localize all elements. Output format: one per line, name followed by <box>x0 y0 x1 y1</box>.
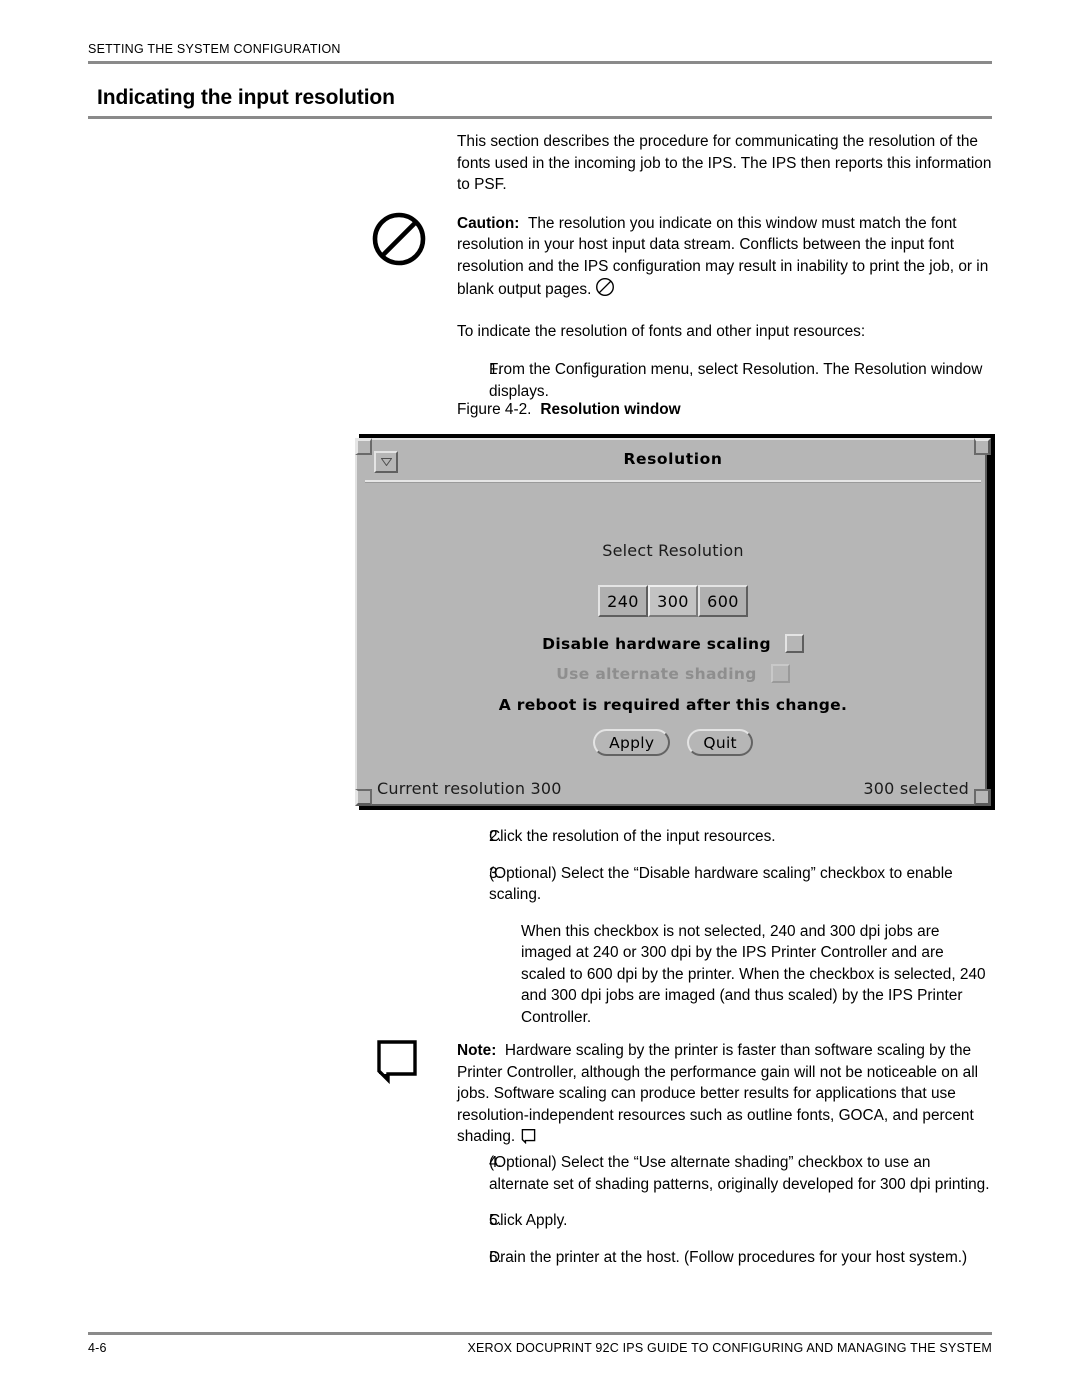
dialog-statusbar: Current resolution 300 300 selected <box>363 770 983 804</box>
step-item-4: 4. (Optional) Select the “Use alternate … <box>457 1152 992 1195</box>
current-resolution-status: Current resolution 300 <box>377 779 562 798</box>
caution-paragraph: Caution: The resolution you indicate on … <box>457 213 992 304</box>
quit-button[interactable]: Quit <box>687 729 753 756</box>
disable-hardware-scaling-label: Disable hardware scaling <box>542 634 771 653</box>
step-item-6: 6. Drain the printer at the host. (Follo… <box>457 1247 992 1269</box>
step-number: 6. <box>489 1248 502 1266</box>
footer-page-number: 4-6 <box>88 1341 107 1355</box>
step-text: Drain the printer at the host. (Follow p… <box>489 1248 968 1266</box>
step3-detail-paragraph: When this checkbox is not selected, 240 … <box>521 922 986 1026</box>
step-item-1: 1. From the Configuration menu, select R… <box>457 359 992 402</box>
page-title: Indicating the input resolution <box>97 86 395 109</box>
caution-text: The resolution you indicate on this wind… <box>457 214 989 299</box>
selected-resolution-status: 300 selected <box>863 779 969 798</box>
disable-hardware-scaling-checkbox[interactable] <box>784 634 804 653</box>
step-text: (Optional) Select the “Disable hardware … <box>489 864 953 904</box>
note-label: Note: <box>457 1042 497 1059</box>
dialog-titlebar: Resolution <box>361 448 985 478</box>
caution-inline-prohibition-icon <box>595 277 615 304</box>
footer-rule <box>88 1332 992 1335</box>
step-item-3: 3. (Optional) Select the “Disable hardwa… <box>457 863 992 906</box>
use-alternate-shading-checkbox <box>770 664 790 683</box>
step-text: (Optional) Select the “Use alternate sha… <box>489 1154 990 1193</box>
title-rule <box>88 116 992 119</box>
step-item-5: 5. Click Apply. <box>457 1210 992 1232</box>
titlebar-separator-dark <box>365 482 981 483</box>
note-block: Note: Hardware scaling by the printer is… <box>457 1040 992 1168</box>
step-text: Click Apply. <box>489 1212 568 1229</box>
resolution-option-300[interactable]: 300 <box>648 585 698 617</box>
document-page: SETTING THE SYSTEM CONFIGURATION Indicat… <box>0 0 1080 1397</box>
reboot-required-message: A reboot is required after this change. <box>498 696 848 714</box>
dialog-title: Resolution <box>623 450 723 468</box>
body-column-lower: 2. Click the resolution of the input res… <box>457 826 992 1043</box>
figure-caption: Figure 4-2. Resolution window <box>457 400 681 420</box>
resize-handle-bottom-left[interactable] <box>355 789 372 806</box>
use-alternate-shading-label: Use alternate shading <box>556 664 757 683</box>
note-paragraph: Note: Hardware scaling by the printer is… <box>457 1040 992 1151</box>
resolution-window-figure: Select Resolution 240 300 600 Disable ha… <box>355 434 995 810</box>
dialog-client-area: Select Resolution 240 300 600 Disable ha… <box>363 484 983 796</box>
use-alternate-shading-row: Use alternate shading <box>363 664 983 683</box>
running-header-text: SETTING THE SYSTEM CONFIGURATION <box>88 42 341 56</box>
note-page-icon <box>369 1040 425 1084</box>
footer-book-title: XEROX DOCUPRINT 92C IPS GUIDE TO CONFIGU… <box>467 1341 992 1355</box>
intro-paragraph: This section describes the procedure for… <box>457 133 992 193</box>
figure-title: Resolution window <box>540 401 681 418</box>
disable-hardware-scaling-row[interactable]: Disable hardware scaling <box>363 634 983 653</box>
resize-handle-top-right[interactable] <box>974 438 991 455</box>
note-inline-page-icon <box>519 1129 538 1151</box>
step-number: 3. <box>489 864 502 882</box>
to-indicate-paragraph: To indicate the resolution of fonts and … <box>457 322 866 340</box>
body-column-final: 4. (Optional) Select the “Use alternate … <box>457 1152 992 1283</box>
dialog-button-row: Apply Quit <box>363 729 983 756</box>
caution-label: Caution: <box>457 214 520 232</box>
resolution-option-600[interactable]: 600 <box>698 585 748 617</box>
caution-prohibition-icon <box>370 210 428 268</box>
resolution-option-group: 240 300 600 <box>363 585 983 617</box>
step-number: 5. <box>489 1212 502 1229</box>
select-resolution-label: Select Resolution <box>602 541 744 560</box>
resize-handle-top-left[interactable] <box>355 438 372 455</box>
resolution-option-240[interactable]: 240 <box>598 585 648 617</box>
step-text: Click the resolution of the input resour… <box>489 828 776 845</box>
step-item-2: 2. Click the resolution of the input res… <box>457 826 992 848</box>
apply-button[interactable]: Apply <box>593 729 671 756</box>
step-number: 4. <box>489 1154 502 1171</box>
running-header: SETTING THE SYSTEM CONFIGURATION <box>88 42 992 64</box>
body-column-upper: This section describes the procedure for… <box>457 131 992 417</box>
step-number: 2. <box>489 828 502 845</box>
resize-handle-bottom-right[interactable] <box>974 789 991 806</box>
step-text: From the Configuration menu, select Reso… <box>489 361 983 400</box>
step-number: 1. <box>489 361 502 378</box>
header-rule <box>88 61 992 64</box>
dialog-frame: Select Resolution 240 300 600 Disable ha… <box>355 438 987 806</box>
figure-label: Figure 4-2. <box>457 401 532 418</box>
